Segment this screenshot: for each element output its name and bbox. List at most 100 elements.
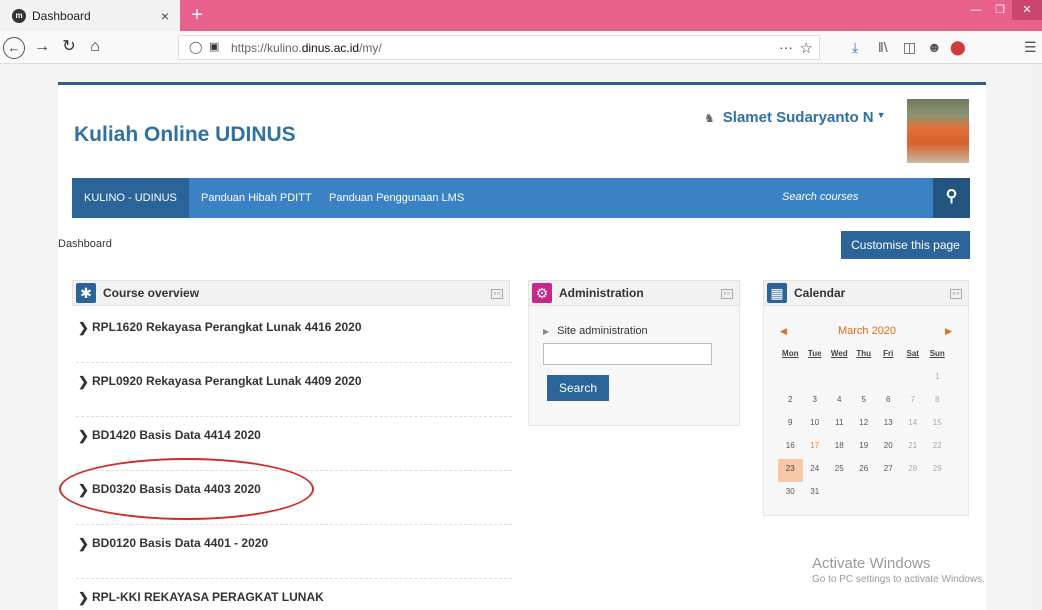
shield-icon[interactable]: ◯: [189, 40, 202, 54]
site-administration-link[interactable]: ▶ Site administration: [543, 325, 648, 337]
calendar-week-row: 23 24 25 26 27 28 29: [778, 459, 950, 482]
course-item[interactable]: ❯ BD0120 Basis Data 4401 - 2020: [76, 533, 512, 579]
day-header: Sun: [929, 349, 945, 358]
course-link[interactable]: RPL0920 Rekayasa Perangkat Lunak 4409 20…: [92, 374, 362, 388]
bookmark-star-icon[interactable]: ☆: [800, 39, 813, 57]
calendar-day[interactable]: 13: [876, 413, 901, 436]
calendar-day[interactable]: 31: [803, 482, 828, 505]
calendar-day[interactable]: 6: [876, 390, 901, 413]
calendar-day[interactable]: 8: [925, 390, 950, 413]
minimize-icon[interactable]: —: [964, 0, 988, 20]
calendar-day[interactable]: 9: [778, 413, 803, 436]
calendar-day[interactable]: 2: [778, 390, 803, 413]
browser-tab[interactable]: m Dashboard ×: [0, 0, 180, 31]
calendar-day[interactable]: 26: [852, 459, 877, 482]
user-name[interactable]: Slamet Sudaryanto N: [723, 109, 874, 126]
calendar-empty-cell: [778, 367, 803, 390]
search-icon[interactable]: ⚲: [933, 178, 970, 218]
url-text[interactable]: https://kulino.dinus.ac.id/my/: [231, 41, 382, 55]
nav-item-panduan-lms[interactable]: Panduan Penggunaan LMS: [317, 178, 476, 218]
site-administration-label[interactable]: Site administration: [557, 325, 648, 337]
block-controls-icon[interactable]: ▫▫: [491, 289, 503, 299]
calendar-day[interactable]: 3: [803, 390, 828, 413]
admin-search-button[interactable]: Search: [547, 375, 609, 401]
day-header: Wed: [830, 349, 848, 358]
course-link[interactable]: BD1420 Basis Data 4414 2020: [92, 428, 261, 442]
address-bar[interactable]: ◯ ▣ https://kulino.dinus.ac.id/my/ ··· ☆: [178, 35, 820, 60]
day-header: Thu: [856, 349, 872, 358]
calendar-block: ▦ Calendar ▫▫ March 2020 ◀ ▶ Mon Tue Wed…: [763, 280, 969, 516]
notification-icon[interactable]: ♞: [704, 111, 715, 125]
sidebar-icon[interactable]: ◫: [903, 39, 916, 56]
scrollbar[interactable]: [1032, 64, 1042, 610]
site-name[interactable]: Kuliah Online UDINUS: [74, 123, 296, 147]
calendar-day[interactable]: 5: [852, 390, 877, 413]
user-menu[interactable]: ♞ Slamet Sudaryanto N ▼: [704, 109, 886, 126]
window-close-icon[interactable]: ✕: [1012, 0, 1042, 20]
next-month-icon[interactable]: ▶: [945, 326, 952, 337]
calendar-day[interactable]: 16: [778, 436, 803, 459]
course-link[interactable]: RPL1620 Rekayasa Perangkat Lunak 4416 20…: [92, 320, 362, 334]
windows-activation-watermark: Activate Windows Go to PC settings to ac…: [812, 555, 985, 585]
block-controls-icon[interactable]: ▫▫: [721, 289, 733, 299]
course-link[interactable]: RPL-KKI REKAYASA PERAGKAT LUNAK: [92, 590, 324, 604]
chevron-right-icon: ❯: [78, 428, 89, 443]
calendar-day[interactable]: 24: [803, 459, 828, 482]
calendar-day[interactable]: 20: [876, 436, 901, 459]
calendar-day[interactable]: 23: [778, 459, 803, 482]
library-icon[interactable]: ‖\: [878, 39, 888, 55]
watermark-subtitle: Go to PC settings to activate Windows.: [812, 574, 985, 585]
course-link[interactable]: BD0120 Basis Data 4401 - 2020: [92, 536, 268, 550]
calendar-day[interactable]: 27: [876, 459, 901, 482]
calendar-day[interactable]: 18: [827, 436, 852, 459]
block-controls-icon[interactable]: ▫▫: [950, 289, 962, 299]
calendar-empty-cell: [827, 482, 852, 505]
nav-item-kulino[interactable]: KULINO - UDINUS: [72, 178, 189, 218]
customise-page-button[interactable]: Customise this page: [841, 231, 970, 259]
lock-icon[interactable]: ▣: [209, 40, 219, 53]
calendar-icon: ▦: [767, 283, 787, 303]
calendar-day[interactable]: 1: [925, 367, 950, 390]
tab-close-icon[interactable]: ×: [154, 8, 176, 24]
calendar-day[interactable]: 7: [901, 390, 926, 413]
course-item[interactable]: ❯ RPL-KKI REKAYASA PERAGKAT LUNAK: [76, 587, 512, 610]
calendar-day[interactable]: 21: [901, 436, 926, 459]
calendar-day[interactable]: 25: [827, 459, 852, 482]
home-icon[interactable]: ⌂: [84, 37, 106, 59]
previous-month-icon[interactable]: ◀: [780, 326, 787, 337]
administration-block: ⚙ Administration ▫▫ ▶ Site administration…: [528, 280, 740, 426]
calendar-day[interactable]: 14: [901, 413, 926, 436]
admin-search-input[interactable]: [543, 343, 712, 365]
forward-icon[interactable]: →: [31, 37, 53, 59]
calendar-day[interactable]: 19: [852, 436, 877, 459]
calendar-day[interactable]: 28: [901, 459, 926, 482]
course-item[interactable]: ❯ RPL0920 Rekayasa Perangkat Lunak 4409 …: [76, 371, 512, 417]
menu-icon[interactable]: ☰: [1024, 39, 1037, 56]
adblock-icon[interactable]: ⬤: [950, 39, 966, 56]
avatar[interactable]: [907, 99, 969, 163]
calendar-day[interactable]: 4: [827, 390, 852, 413]
nav-item-panduan-hibah[interactable]: Panduan Hibah PDITT: [189, 178, 324, 218]
calendar-day[interactable]: 30: [778, 482, 803, 505]
back-icon[interactable]: ←: [3, 37, 25, 59]
account-icon[interactable]: ☻: [927, 39, 942, 55]
restore-icon[interactable]: ❐: [988, 0, 1012, 20]
course-item[interactable]: ❯ RPL1620 Rekayasa Perangkat Lunak 4416 …: [76, 317, 512, 363]
calendar-day-header-row: Mon Tue Wed Thu Fri Sat Sun: [778, 344, 950, 367]
calendar-day[interactable]: 15: [925, 413, 950, 436]
calendar-day[interactable]: 29: [925, 459, 950, 482]
calendar-day[interactable]: 10: [803, 413, 828, 436]
caret-down-icon[interactable]: ▼: [877, 110, 886, 120]
new-tab-button[interactable]: +: [186, 4, 208, 27]
page-actions-icon[interactable]: ···: [779, 39, 793, 55]
browser-titlebar: m Dashboard × + — ❐ ✕: [0, 0, 1042, 31]
breadcrumb[interactable]: Dashboard: [58, 238, 112, 250]
reload-icon[interactable]: ↻: [58, 37, 80, 59]
calendar-day[interactable]: 17: [803, 436, 828, 459]
search-courses-input[interactable]: Search courses: [782, 191, 858, 203]
download-icon[interactable]: ⤓: [852, 39, 858, 56]
calendar-day[interactable]: 22: [925, 436, 950, 459]
calendar-day[interactable]: 12: [852, 413, 877, 436]
calendar-month[interactable]: March 2020: [764, 325, 970, 337]
calendar-day[interactable]: 11: [827, 413, 852, 436]
